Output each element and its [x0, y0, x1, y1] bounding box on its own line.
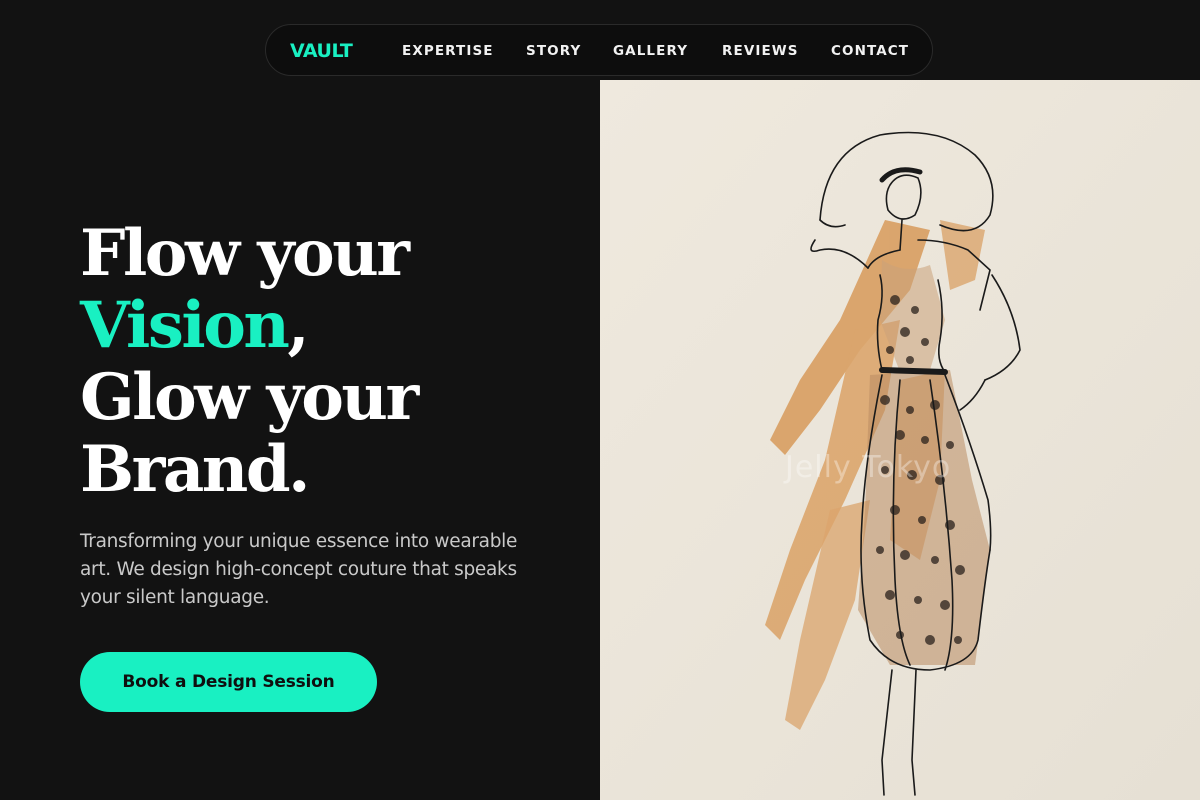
headline-comma: ,: [287, 288, 309, 363]
nav-link-reviews[interactable]: REVIEWS: [722, 42, 799, 60]
brand-logo[interactable]: VAULT: [290, 39, 353, 63]
fashion-sketch-image: Jelly Tokyo: [600, 80, 1200, 800]
headline-highlight: Vision: [80, 288, 290, 363]
headline-line-1: Flow your: [80, 216, 410, 291]
headline-line-4: Brand.: [80, 432, 310, 507]
book-design-session-button[interactable]: Book a Design Session: [80, 652, 377, 712]
nav-link-gallery[interactable]: GALLERY: [613, 42, 688, 60]
nav-link-expertise[interactable]: EXPERTISE: [402, 42, 494, 60]
headline-line-2: Vision,: [80, 290, 417, 362]
nav-link-contact[interactable]: CONTACT: [831, 42, 909, 60]
headline-line-3: Glow your: [80, 360, 419, 435]
image-watermark: Jelly Tokyo: [785, 450, 952, 485]
nav-link-story[interactable]: STORY: [526, 42, 581, 60]
hero-subtitle: Transforming your unique essence into we…: [80, 531, 518, 608]
fashion-sketch-illustration: [600, 80, 1200, 800]
hero-headline: Flow your Vision, Glow your Brand.: [80, 216, 419, 507]
top-navigation: VAULT EXPERTISE STORY GALLERY REVIEWS CO…: [265, 24, 933, 76]
